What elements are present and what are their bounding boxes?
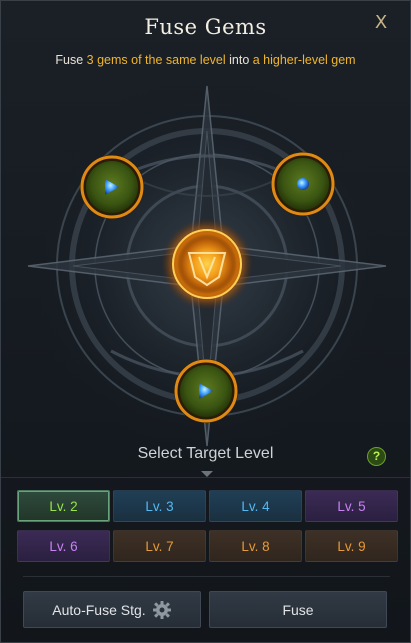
gear-icon <box>152 600 171 619</box>
divider <box>23 576 390 577</box>
instruction-part-1: Fuse <box>55 53 87 67</box>
level-option-8[interactable]: Lv. 8 <box>209 530 302 562</box>
close-icon[interactable]: X <box>371 13 391 33</box>
instruction-part-2: into <box>225 53 253 67</box>
auto-fuse-settings-button[interactable]: Auto-Fuse Stg. <box>23 591 201 628</box>
help-icon[interactable]: ? <box>367 447 386 466</box>
gem-slot-top-right[interactable] <box>271 152 335 216</box>
instruction-highlight-1: 3 gems of the same level <box>86 53 226 67</box>
divider <box>1 477 410 478</box>
instruction-text: Fuse 3 gems of the same level into a hig… <box>1 53 410 67</box>
level-option-3[interactable]: Lv. 3 <box>113 490 206 522</box>
dialog-title: Fuse Gems <box>144 15 267 39</box>
level-option-7[interactable]: Lv. 7 <box>113 530 206 562</box>
level-option-5[interactable]: Lv. 5 <box>305 490 398 522</box>
level-option-4[interactable]: Lv. 4 <box>209 490 302 522</box>
fuse-gems-dialog: Fuse Gems X Fuse 3 gems of the same leve… <box>0 0 411 643</box>
select-target-level-label: Select Target Level <box>137 445 274 462</box>
gem-slot-top-left[interactable] <box>80 155 144 219</box>
instruction-highlight-2: a higher-level gem <box>252 53 356 67</box>
level-option-6[interactable]: Lv. 6 <box>17 530 110 562</box>
level-option-2[interactable]: Lv. 2 <box>17 490 110 522</box>
fusion-circle-art <box>17 76 397 451</box>
level-option-9[interactable]: Lv. 9 <box>305 530 398 562</box>
fuse-button[interactable]: Fuse <box>209 591 387 628</box>
auto-fuse-label: Auto-Fuse Stg. <box>52 601 146 618</box>
blue-gem-icon <box>297 178 309 190</box>
level-grid: Lv. 2 Lv. 3 Lv. 4 Lv. 5 Lv. 6 Lv. 7 Lv. … <box>17 490 398 562</box>
gem-slot-bottom[interactable] <box>174 359 238 423</box>
